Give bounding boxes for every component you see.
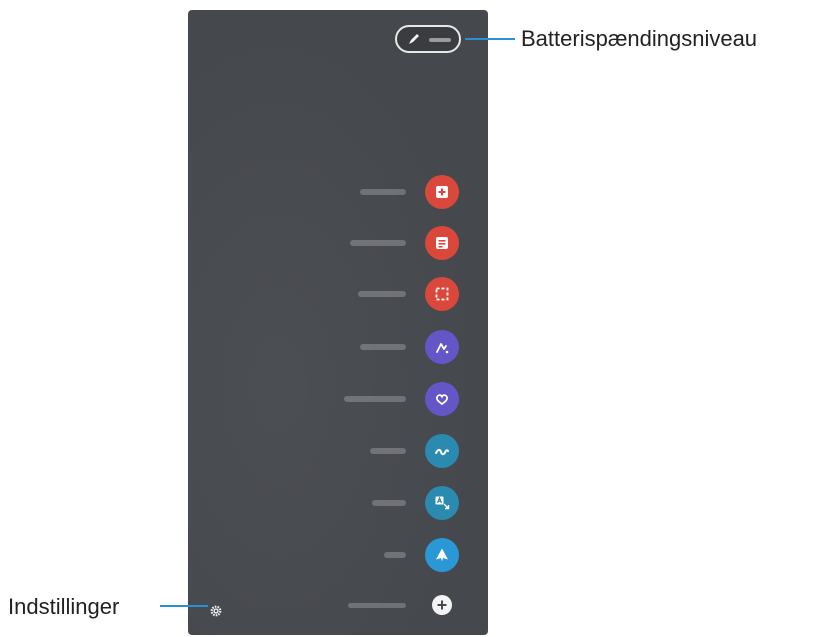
menu-item-label [350, 240, 406, 246]
menu-item-ar-doodle[interactable] [188, 432, 488, 472]
menu-item-label [384, 552, 406, 558]
smart-select-icon[interactable] [425, 277, 459, 311]
menu-item-pen-up[interactable] [188, 536, 488, 576]
menu-item-screen-write[interactable] [188, 328, 488, 368]
battery-level-bar [429, 38, 451, 42]
menu-item-create-note[interactable] [188, 173, 488, 213]
pen-icon [409, 34, 419, 44]
plus-icon[interactable] [432, 595, 452, 615]
view-all-notes-icon[interactable] [425, 226, 459, 260]
battery-callout-label: Batterispændingsniveau [521, 26, 758, 51]
menu-item-label [360, 189, 406, 195]
translate-icon[interactable] [425, 486, 459, 520]
menu-item-live-message[interactable] [188, 380, 488, 420]
gear-icon[interactable] [210, 605, 222, 617]
create-note-icon[interactable] [425, 175, 459, 209]
menu-item-label [370, 448, 406, 454]
menu-item-translate[interactable] [188, 484, 488, 524]
screen-write-icon[interactable] [425, 330, 459, 364]
ar-doodle-icon[interactable] [425, 434, 459, 468]
settings-callout-line [160, 605, 208, 607]
battery-callout-line [465, 38, 515, 40]
screenshot-stage: Batterispændingsniveau Indstillinger [0, 0, 815, 637]
live-message-icon[interactable] [425, 382, 459, 416]
menu-item-smart-select[interactable] [188, 275, 488, 315]
menu-item-label [344, 396, 406, 402]
menu-item-label [372, 500, 406, 506]
s-pen-battery-indicator [395, 25, 461, 53]
menu-item-label [360, 344, 406, 350]
pen-up-icon[interactable] [425, 538, 459, 572]
add-shortcut-label [348, 603, 406, 608]
menu-item-view-all-notes[interactable] [188, 224, 488, 264]
air-command-panel [188, 10, 488, 635]
settings-callout-label: Indstillinger [8, 594, 120, 619]
menu-item-label [358, 291, 406, 297]
